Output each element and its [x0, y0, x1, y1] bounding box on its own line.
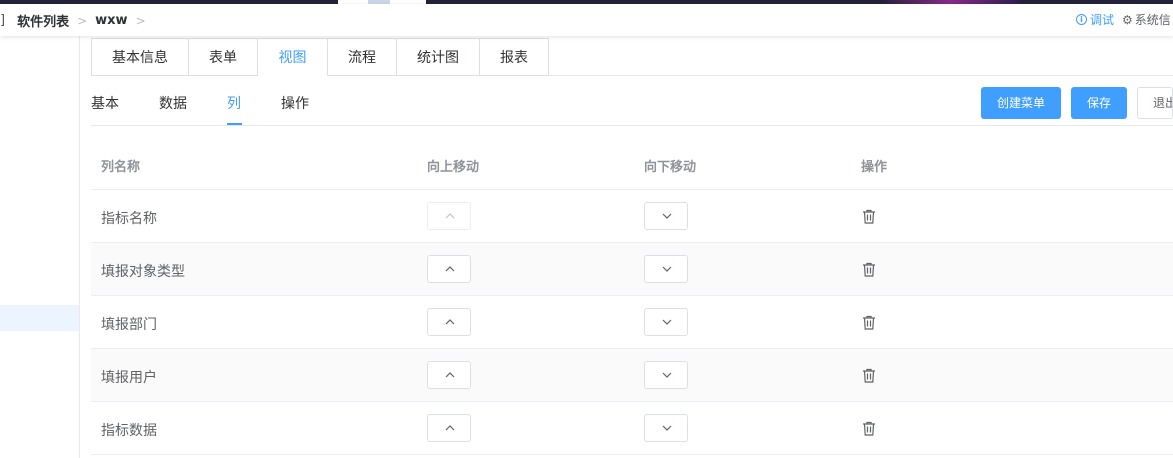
- move-up-button[interactable]: [427, 414, 471, 442]
- save-button[interactable]: 保存: [1071, 87, 1127, 119]
- system-link[interactable]: ⚙ 系统信: [1122, 11, 1171, 28]
- info-circle-icon: i: [1076, 14, 1087, 25]
- move-down-button[interactable]: [644, 361, 688, 389]
- row-column-name: 填报用户: [101, 370, 157, 386]
- chevron-up-icon: [445, 213, 455, 219]
- tab-flow[interactable]: 流程: [328, 38, 397, 76]
- chevron-up-icon: [445, 266, 455, 272]
- header-move-down: 向下移动: [644, 160, 697, 175]
- subtab-data[interactable]: 数据: [159, 93, 187, 113]
- table-row: 填报部门: [91, 296, 1173, 349]
- breadcrumb: ] 软件列表 > wxw >: [0, 11, 154, 30]
- trash-icon[interactable]: [862, 421, 876, 436]
- trash-icon[interactable]: [862, 368, 876, 383]
- row-column-name: 指标数据: [101, 423, 157, 439]
- main-tabs-divider: [548, 75, 1173, 76]
- sidebar: [0, 36, 80, 458]
- chevron-up-icon: [445, 425, 455, 431]
- trash-icon[interactable]: [862, 209, 876, 224]
- chevron-down-icon: [662, 372, 672, 378]
- row-column-name: 填报部门: [101, 317, 157, 333]
- subtab-basic[interactable]: 基本: [91, 93, 119, 113]
- sidebar-item-active[interactable]: [0, 305, 79, 331]
- table-row: 指标数据: [91, 402, 1173, 455]
- move-down-button[interactable]: [644, 255, 688, 283]
- breadcrumb-separator-icon: >: [135, 13, 146, 28]
- chevron-up-icon: [445, 319, 455, 325]
- move-up-button[interactable]: [427, 255, 471, 283]
- subtab-actions[interactable]: 操作: [281, 93, 309, 113]
- subtab-columns[interactable]: 列: [227, 93, 241, 113]
- chevron-up-icon: [445, 372, 455, 378]
- breadcrumb-item-current[interactable]: wxw: [95, 13, 127, 28]
- tab-form[interactable]: 表单: [189, 38, 258, 76]
- move-up-button[interactable]: [427, 361, 471, 389]
- move-down-button[interactable]: [644, 414, 688, 442]
- exit-button[interactable]: 退出: [1137, 87, 1173, 119]
- table-row: 填报对象类型: [91, 243, 1173, 296]
- chevron-down-icon: [662, 319, 672, 325]
- trash-icon[interactable]: [862, 315, 876, 330]
- table-body: 指标名称 填报对象类型 填报部门 填报用户 指标数据: [91, 190, 1173, 455]
- header-column-name: 列名称: [101, 160, 141, 175]
- tab-chart[interactable]: 统计图: [397, 38, 480, 76]
- sub-tabs-divider: [91, 125, 1173, 126]
- row-column-name: 指标名称: [101, 211, 157, 227]
- system-link-label: 系统信: [1134, 13, 1171, 27]
- move-down-button[interactable]: [644, 308, 688, 336]
- main-tabs: 基本信息 表单 视图 流程 统计图 报表: [91, 38, 549, 76]
- breadcrumb-item-software-list[interactable]: 软件列表: [17, 11, 69, 30]
- header-move-up: 向上移动: [427, 160, 480, 175]
- tab-basic-info[interactable]: 基本信息: [91, 38, 189, 76]
- table-row: 填报用户: [91, 349, 1173, 402]
- chevron-down-icon: [662, 425, 672, 431]
- gear-icon: ⚙: [1122, 12, 1133, 27]
- sub-tabs: 基本 数据 列 操作: [91, 80, 311, 126]
- table-row: 指标名称: [91, 190, 1173, 243]
- chevron-down-icon: [662, 213, 672, 219]
- breadcrumb-bracket: ]: [0, 13, 6, 28]
- table-header: 列名称 向上移动 向下移动 操作: [91, 138, 1173, 190]
- debug-link-label: 调试: [1090, 13, 1115, 27]
- trash-icon[interactable]: [862, 262, 876, 277]
- move-up-button[interactable]: [427, 308, 471, 336]
- debug-link[interactable]: i 调试: [1076, 11, 1114, 28]
- top-header: ] 软件列表 > wxw > i 调试 ⚙ 系统信: [0, 4, 1173, 36]
- columns-table: 列名称 向上移动 向下移动 操作 指标名称 填报对象类型 填报部门 填报用户 指…: [91, 138, 1173, 455]
- header-actions: i 调试 ⚙ 系统信: [1076, 11, 1171, 28]
- create-menu-button[interactable]: 创建菜单: [981, 87, 1061, 119]
- header-actions: 操作: [861, 160, 888, 175]
- move-up-button[interactable]: [427, 202, 471, 230]
- row-column-name: 填报对象类型: [101, 264, 185, 280]
- tab-view[interactable]: 视图: [258, 38, 328, 76]
- tab-report[interactable]: 报表: [480, 38, 549, 76]
- chevron-down-icon: [662, 266, 672, 272]
- breadcrumb-separator-icon: >: [77, 13, 88, 28]
- move-down-button[interactable]: [644, 202, 688, 230]
